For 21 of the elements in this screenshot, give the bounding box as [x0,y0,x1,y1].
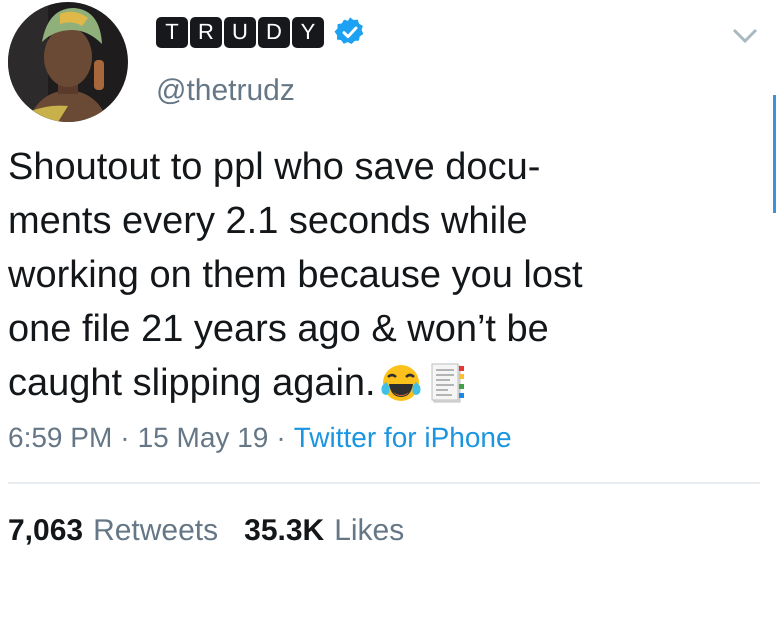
stat-label[interactable]: Retweets [93,514,218,548]
name-letter-tile: R [190,16,222,48]
separator-dot: · [120,422,130,454]
separator-dot: · [276,422,286,454]
chevron-down-icon[interactable] [732,28,758,44]
tweet-text-line: ments every 2.1 seconds while [8,199,528,244]
tweet-date: 15 May 19 [138,422,268,454]
tweet-text-line: one file 21 years ago & won’t be [8,307,549,352]
tweet-time: 6:59 PM [8,422,112,454]
tweet-text-line: working on them because you lost [8,253,583,298]
stat-count: 35.3K [244,514,324,548]
tweet-text-line: Shoutout to ppl who save docu- [8,145,540,190]
stat-count: 7,063 [8,514,84,548]
name-letter-tile: D [258,16,290,48]
name-letter-tile: U [224,16,256,48]
stat-label[interactable]: Likes [334,514,404,548]
user-handle: @thetrudz [156,76,296,106]
name-letter-tile: Y [292,16,324,48]
tweet-text-line: caught slipping again. [8,361,376,406]
source-link[interactable]: Twitter for iPhone [294,422,512,454]
name-letter-tile: T [156,16,188,48]
